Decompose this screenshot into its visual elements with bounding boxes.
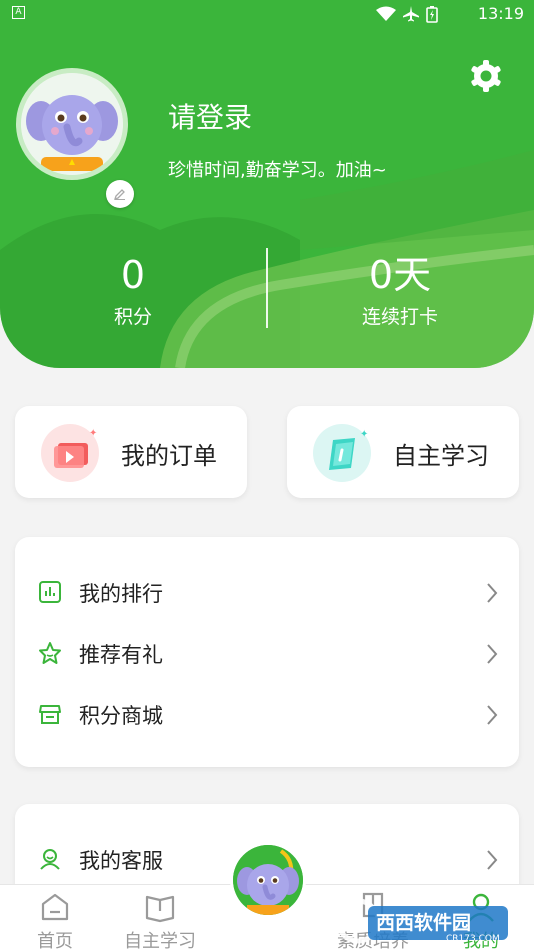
svg-text:✦: ✦	[89, 428, 97, 439]
center-mascot-button[interactable]	[230, 842, 306, 918]
self-study-card[interactable]: ✦ 自主学习	[287, 406, 519, 498]
streak-label: 连续打卡	[361, 306, 438, 328]
menu-label-points-mall: 积分商城	[79, 704, 163, 728]
cr173-logo-icon: 西西软件园 CR173.COM	[335, 898, 508, 944]
points-stat[interactable]: 0 积分	[3, 250, 263, 329]
menu-label-ranking: 我的排行	[79, 582, 163, 606]
points-label: 积分	[113, 306, 152, 328]
elephant-icon	[233, 845, 303, 915]
svg-text:✦: ✦	[360, 429, 368, 440]
support-icon	[40, 849, 60, 870]
my-orders-label: 我的订单	[121, 442, 217, 470]
menu-label-referral: 推荐有礼	[79, 643, 163, 667]
settings-button[interactable]	[468, 58, 504, 94]
chart-icon	[39, 581, 61, 603]
motto-text: 珍惜时间,勤奋学习。加油~	[168, 160, 387, 181]
menu-item-points-mall[interactable]: 积分商城	[15, 684, 519, 744]
store-icon	[39, 705, 61, 724]
menu-group-main: 我的排行 推荐有礼 积分商城	[15, 537, 519, 767]
self-study-label: 自主学习	[393, 442, 489, 470]
elephant-icon	[21, 73, 123, 175]
menu-item-ranking[interactable]: 我的排行	[15, 562, 519, 622]
chevron-right-icon	[487, 583, 498, 603]
status-icons	[376, 5, 438, 23]
battery-icon	[426, 6, 438, 23]
streak-stat[interactable]: 0天 连续打卡	[270, 250, 530, 329]
status-bar: A 13:19	[0, 0, 534, 28]
edit-avatar-button[interactable]	[106, 180, 134, 208]
points-value: 0	[120, 253, 146, 297]
wifi-icon	[376, 6, 396, 21]
stat-divider	[266, 248, 268, 328]
video-icon: ✦	[41, 424, 99, 482]
home-icon	[41, 893, 69, 921]
status-time: 13:19	[477, 4, 524, 23]
avatar[interactable]	[16, 68, 128, 180]
watermark-text: 西西软件园	[376, 911, 471, 934]
star-icon	[39, 642, 61, 664]
airplane-icon	[403, 6, 419, 22]
chevron-right-icon	[487, 850, 498, 870]
login-prompt[interactable]: 请登录	[168, 96, 252, 136]
streak-value: 0天	[368, 253, 432, 297]
tab-label-home: 首页	[37, 931, 73, 950]
chevron-right-icon	[487, 644, 498, 664]
book-icon	[145, 895, 175, 923]
tab-label-self-study: 自主学习	[124, 931, 196, 950]
tab-home[interactable]: 首页	[0, 885, 110, 950]
gear-icon	[471, 60, 501, 92]
a-icon: A	[12, 6, 25, 19]
my-orders-card[interactable]: ✦ 我的订单	[15, 406, 247, 498]
menu-label-customer-service: 我的客服	[79, 849, 163, 873]
book-icon: ✦	[313, 424, 371, 482]
pencil-icon	[113, 189, 125, 201]
chevron-right-icon	[487, 705, 498, 725]
menu-item-referral[interactable]: 推荐有礼	[15, 623, 519, 683]
tab-self-study[interactable]: 自主学习	[105, 885, 215, 950]
watermark-logo: 西西软件园 CR173.COM	[335, 896, 516, 946]
watermark-sub: CR173.COM	[446, 934, 500, 944]
